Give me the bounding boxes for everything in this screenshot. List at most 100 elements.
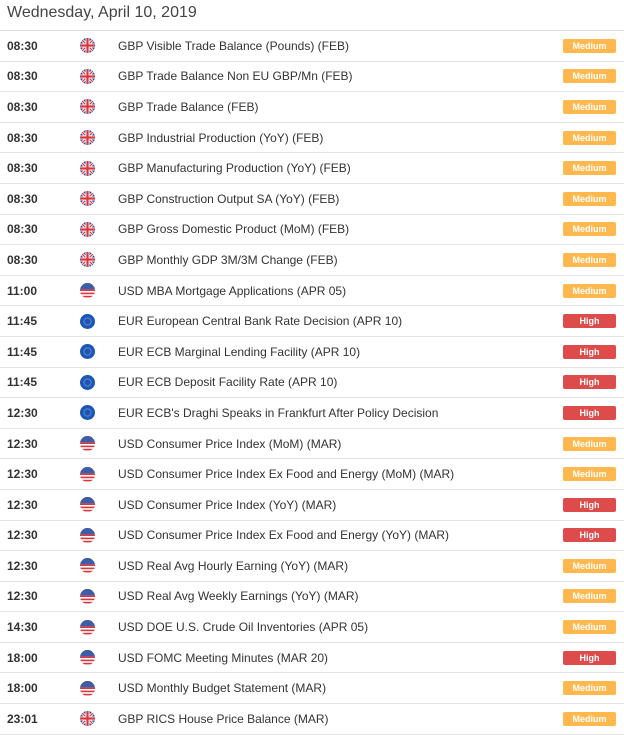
us-flag-icon [80,436,95,452]
eu-flag-icon [80,313,95,329]
event-time: 18:00 [7,681,38,696]
event-title[interactable]: EUR ECB Marginal Lending Facility (APR 1… [118,345,360,359]
event-time: 12:30 [7,405,38,420]
us-flag-icon [80,497,95,513]
event-title[interactable]: USD Real Avg Weekly Earnings (YoY) (MAR) [118,589,359,603]
impact-badge: High [563,314,616,329]
event-row[interactable]: 11:45 EUR European Central Bank Rate Dec… [0,306,624,337]
event-time: 08:30 [7,69,38,84]
impact-badge: High [563,375,616,390]
impact-badge: Medium [563,191,616,206]
impact-badge: Medium [563,681,616,696]
event-time: 11:45 [7,375,38,390]
us-flag-icon [80,650,95,666]
event-title[interactable]: USD Consumer Price Index Ex Food and Ene… [118,528,449,542]
impact-badge: Medium [563,283,616,298]
us-flag-icon [80,680,95,696]
event-row[interactable]: 08:30 GBP Gross Domestic Product (MoM) (… [0,215,624,246]
event-time: 08:30 [7,252,38,267]
impact-badge: Medium [563,620,616,635]
event-title[interactable]: GBP Trade Balance (FEB) [118,100,259,114]
event-time: 08:30 [7,191,38,206]
calendar-date-header: Wednesday, April 10, 2019 [0,0,624,31]
gb-flag-icon [80,252,95,268]
impact-badge: Medium [563,558,616,573]
event-time: 08:30 [7,130,38,145]
gb-flag-icon [80,68,95,84]
event-list: 08:30 GBP Visible Trade Balance (Pounds)… [0,31,624,735]
event-row[interactable]: 12:30 EUR ECB's Draghi Speaks in Frankfu… [0,398,624,429]
event-row[interactable]: 08:30 GBP Visible Trade Balance (Pounds)… [0,31,624,62]
event-row[interactable]: 08:30 GBP Industrial Production (YoY) (F… [0,123,624,154]
event-time: 12:30 [7,558,38,573]
us-flag-icon [80,619,95,635]
gb-flag-icon [80,130,95,146]
event-row[interactable]: 12:30 USD Consumer Price Index (YoY) (MA… [0,490,624,521]
event-time: 23:01 [7,711,38,726]
impact-badge: Medium [563,222,616,237]
event-row[interactable]: 18:00 USD FOMC Meeting Minutes (MAR 20) … [0,643,624,674]
event-row[interactable]: 12:30 USD Consumer Price Index Ex Food a… [0,459,624,490]
event-time: 12:30 [7,589,38,604]
us-flag-icon [80,588,95,604]
impact-badge: High [563,650,616,665]
gb-flag-icon [80,160,95,176]
event-time: 11:45 [7,314,38,329]
event-title[interactable]: USD Real Avg Hourly Earning (YoY) (MAR) [118,559,348,573]
event-title[interactable]: GBP Visible Trade Balance (Pounds) (FEB) [118,39,349,53]
event-title[interactable]: USD Monthly Budget Statement (MAR) [118,681,326,695]
gb-flag-icon [80,711,95,727]
event-row[interactable]: 11:00 USD MBA Mortgage Applications (APR… [0,276,624,307]
event-title[interactable]: USD DOE U.S. Crude Oil Inventories (APR … [118,620,368,634]
impact-badge: Medium [563,161,616,176]
event-title[interactable]: USD Consumer Price Index Ex Food and Ene… [118,467,454,481]
impact-badge: High [563,528,616,543]
event-row[interactable]: 11:45 EUR ECB Deposit Facility Rate (APR… [0,368,624,399]
event-title[interactable]: GBP Industrial Production (YoY) (FEB) [118,131,323,145]
event-time: 18:00 [7,650,38,665]
event-time: 12:30 [7,528,38,543]
event-row[interactable]: 12:30 USD Consumer Price Index (MoM) (MA… [0,429,624,460]
event-row[interactable]: 23:01 GBP RICS House Price Balance (MAR)… [0,704,624,735]
impact-badge: Medium [563,436,616,451]
event-row[interactable]: 08:30 GBP Construction Output SA (YoY) (… [0,184,624,215]
event-title[interactable]: GBP Monthly GDP 3M/3M Change (FEB) [118,253,338,267]
event-title[interactable]: USD Consumer Price Index (MoM) (MAR) [118,437,341,451]
impact-badge: Medium [563,69,616,84]
event-title[interactable]: USD Consumer Price Index (YoY) (MAR) [118,498,336,512]
event-title[interactable]: GBP Gross Domestic Product (MoM) (FEB) [118,222,349,236]
event-title[interactable]: GBP Manufacturing Production (YoY) (FEB) [118,161,351,175]
event-row[interactable]: 08:30 GBP Trade Balance (FEB) Medium [0,92,624,123]
event-title[interactable]: GBP RICS House Price Balance (MAR) [118,712,329,726]
event-time: 12:30 [7,467,38,482]
event-title[interactable]: EUR ECB's Draghi Speaks in Frankfurt Aft… [118,406,438,420]
event-time: 11:45 [7,344,38,359]
event-row[interactable]: 14:30 USD DOE U.S. Crude Oil Inventories… [0,612,624,643]
impact-badge: Medium [563,99,616,114]
event-row[interactable]: 08:30 GBP Trade Balance Non EU GBP/Mn (F… [0,62,624,93]
event-row[interactable]: 08:30 GBP Monthly GDP 3M/3M Change (FEB)… [0,245,624,276]
event-title[interactable]: GBP Construction Output SA (YoY) (FEB) [118,192,339,206]
gb-flag-icon [80,38,95,54]
event-row[interactable]: 12:30 USD Real Avg Weekly Earnings (YoY)… [0,582,624,613]
event-title[interactable]: GBP Trade Balance Non EU GBP/Mn (FEB) [118,69,353,83]
event-row[interactable]: 12:30 USD Real Avg Hourly Earning (YoY) … [0,551,624,582]
impact-badge: Medium [563,130,616,145]
impact-badge: Medium [563,711,616,726]
event-time: 08:30 [7,161,38,176]
event-title[interactable]: EUR ECB Deposit Facility Rate (APR 10) [118,375,337,389]
gb-flag-icon [80,221,95,237]
event-row[interactable]: 08:30 GBP Manufacturing Production (YoY)… [0,153,624,184]
event-title[interactable]: USD FOMC Meeting Minutes (MAR 20) [118,651,328,665]
event-time: 12:30 [7,436,38,451]
event-row[interactable]: 11:45 EUR ECB Marginal Lending Facility … [0,337,624,368]
gb-flag-icon [80,99,95,115]
event-time: 11:00 [7,283,38,298]
event-row[interactable]: 18:00 USD Monthly Budget Statement (MAR)… [0,673,624,705]
event-row[interactable]: 12:30 USD Consumer Price Index Ex Food a… [0,521,624,552]
event-time: 08:30 [7,222,38,237]
event-title[interactable]: USD MBA Mortgage Applications (APR 05) [118,284,346,298]
event-title[interactable]: EUR European Central Bank Rate Decision … [118,314,402,328]
impact-badge: High [563,405,616,420]
us-flag-icon [80,466,95,482]
